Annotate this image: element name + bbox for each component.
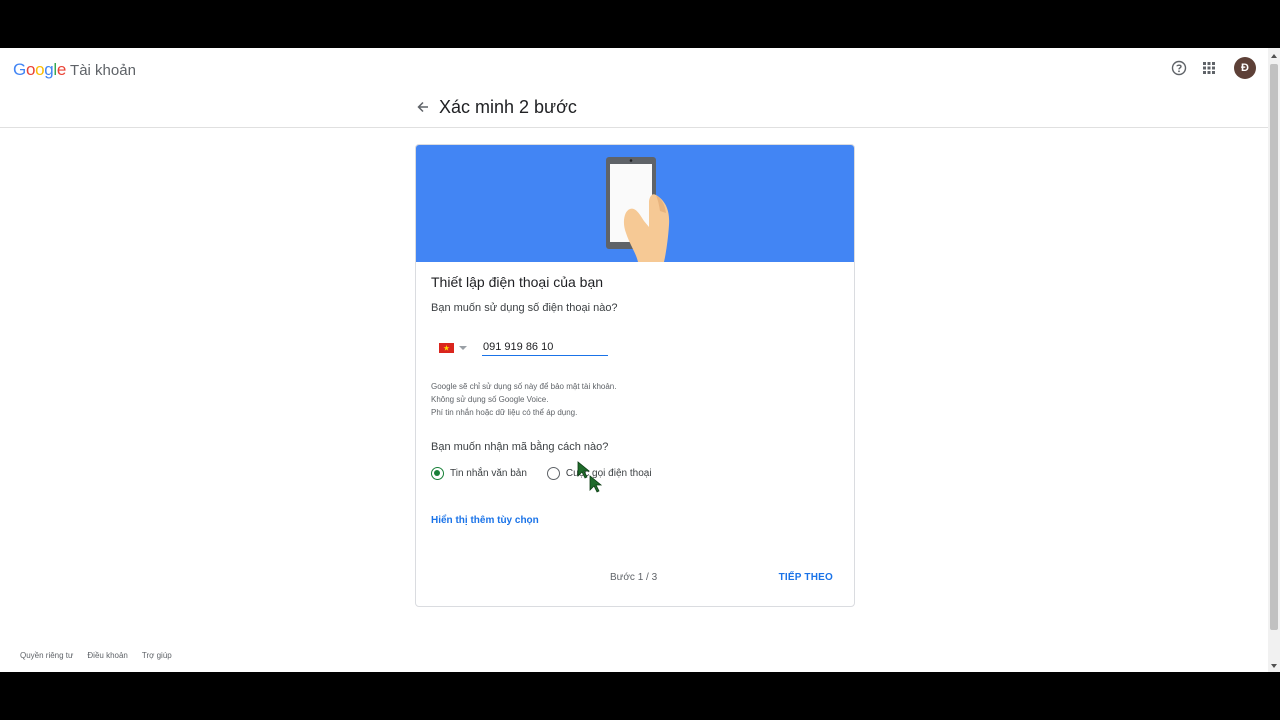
- scrollbar-thumb[interactable]: [1270, 64, 1278, 630]
- google-account-logo[interactable]: Google Tài khoản: [13, 60, 136, 80]
- back-arrow-icon[interactable]: [412, 96, 434, 118]
- scroll-down-arrow-icon[interactable]: [1271, 664, 1277, 668]
- browser-viewport: Google Tài khoản Đ Xác minh 2 bước Thiết…: [0, 48, 1280, 672]
- mouse-cursor-icon: [577, 461, 603, 493]
- page-footer: Quyền riêng tư Điều khoản Trợ giúp: [20, 651, 172, 660]
- privacy-link[interactable]: Quyền riêng tư: [20, 651, 73, 660]
- radio-unselected-icon: [546, 467, 560, 480]
- vertical-scrollbar[interactable]: [1268, 48, 1280, 672]
- method-question: Bạn muốn nhận mã bằng cách nào?: [431, 441, 609, 453]
- phone-row: [431, 339, 839, 356]
- terms-link[interactable]: Điều khoản: [87, 651, 127, 660]
- avatar[interactable]: Đ: [1234, 57, 1256, 79]
- apps-grid-icon[interactable]: [1199, 57, 1219, 79]
- help-link[interactable]: Trợ giúp: [142, 651, 172, 660]
- hero-banner: [416, 145, 854, 262]
- note-line: Google sẽ chỉ sử dụng số này để bảo mật …: [431, 382, 617, 391]
- help-circle-icon[interactable]: [1169, 57, 1189, 79]
- phone-number-input[interactable]: [482, 339, 608, 356]
- radio-label: Tin nhắn văn bản: [450, 468, 527, 479]
- method-radio-group: Tin nhắn văn bản Cuộc gọi điện thoại: [431, 467, 839, 480]
- google-logo-text: Google: [13, 60, 67, 79]
- phone-question: Bạn muốn sử dụng số điện thoại nào?: [431, 302, 618, 314]
- country-selector[interactable]: [439, 342, 481, 353]
- setup-card: Thiết lập điện thoại của bạn Bạn muốn sử…: [415, 144, 855, 607]
- phone-in-hand-illustration: [606, 157, 670, 262]
- chevron-down-icon: [459, 345, 467, 350]
- product-name: Tài khoản: [70, 62, 136, 79]
- card-heading: Thiết lập điện thoại của bạn: [431, 274, 604, 290]
- radio-selected-icon: [431, 467, 444, 480]
- page-title: Xác minh 2 bước: [439, 96, 577, 117]
- step-indicator: Bước 1 / 3: [610, 572, 658, 583]
- vietnam-flag-icon: [439, 342, 454, 353]
- phone-notes: Google sẽ chỉ sử dụng số này để bảo mật …: [431, 380, 839, 419]
- top-icons: Đ: [1169, 57, 1256, 79]
- top-bar: Google Tài khoản Đ: [0, 48, 1268, 128]
- note-line: Không sử dụng số Google Voice.: [431, 395, 549, 404]
- show-more-options-link[interactable]: Hiển thị thêm tùy chọn: [431, 515, 539, 526]
- note-line: Phí tin nhắn hoặc dữ liệu có thể áp dụng…: [431, 408, 578, 417]
- page-header: Xác minh 2 bước: [412, 96, 577, 118]
- scroll-up-arrow-icon[interactable]: [1271, 54, 1277, 58]
- card-footer: Bước 1 / 3 TIẾP THEO: [416, 572, 854, 586]
- radio-text-message[interactable]: Tin nhắn văn bản: [431, 467, 527, 480]
- card-body: Thiết lập điện thoại của bạn Bạn muốn sử…: [416, 262, 854, 606]
- next-button[interactable]: TIẾP THEO: [779, 572, 833, 583]
